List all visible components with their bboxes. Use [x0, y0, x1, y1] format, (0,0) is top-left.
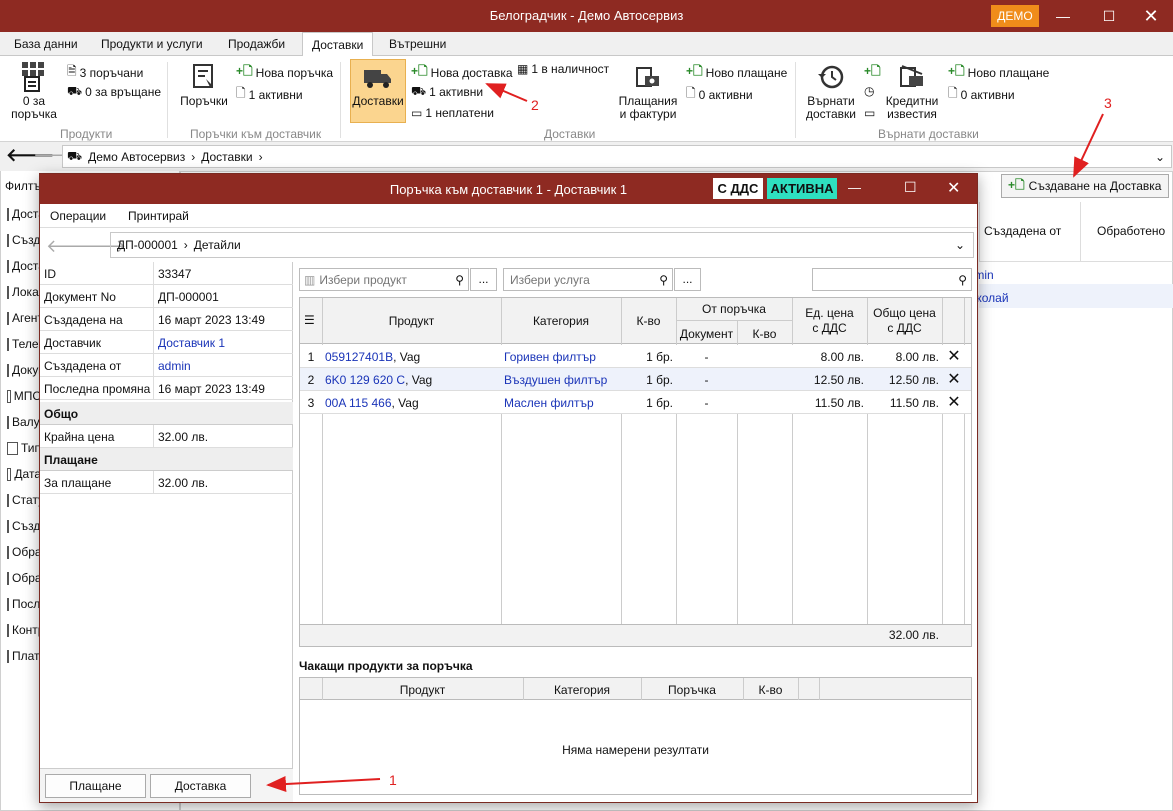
arrow-3: [1073, 113, 1104, 178]
arrow-1: [266, 776, 381, 793]
annotation-arrows: [266, 83, 1104, 793]
annotation-3: 3: [1104, 95, 1112, 111]
annotation-2: 2: [531, 97, 539, 113]
annotation-1: 1: [389, 772, 397, 788]
arrow-2: [485, 83, 528, 102]
